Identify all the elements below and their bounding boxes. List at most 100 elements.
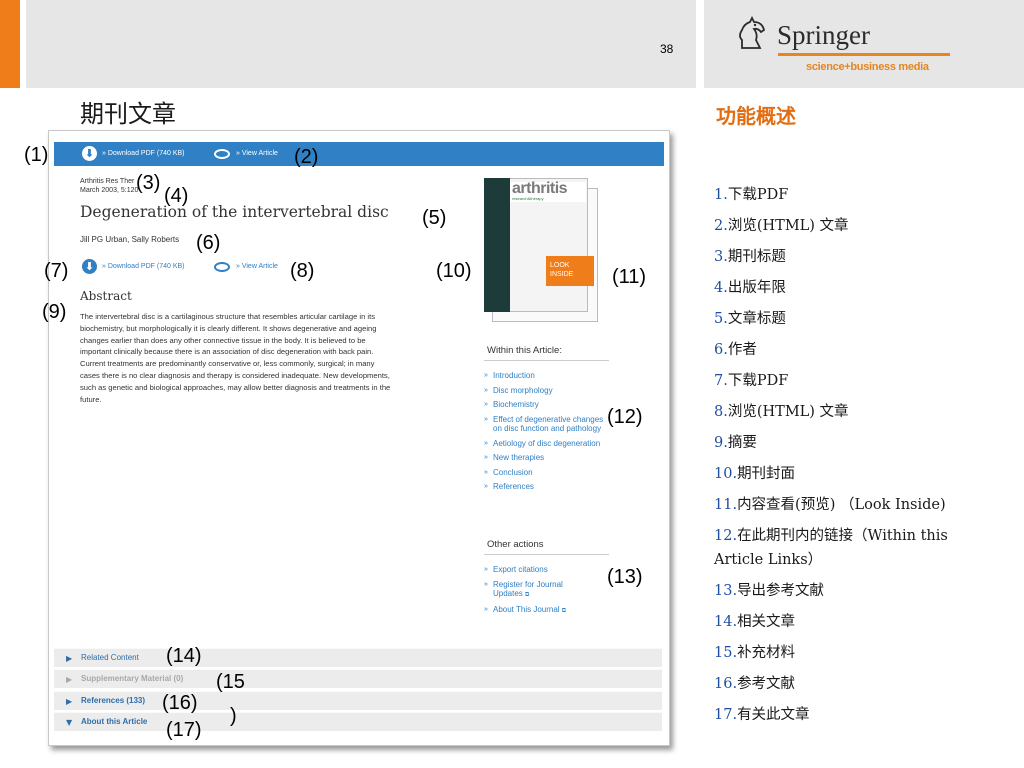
feature-number: 17. bbox=[714, 706, 738, 723]
springer-horse-icon bbox=[739, 16, 766, 49]
feature-number: 5. bbox=[714, 311, 728, 327]
feature-item: 9.摘要 bbox=[714, 428, 994, 459]
within-link-disc-morphology[interactable]: Disc morphology bbox=[484, 386, 610, 396]
callout-11: (11) bbox=[612, 266, 647, 288]
feature-text: 相关文章 bbox=[737, 613, 796, 630]
article-title: Degeneration of the intervertebral disc bbox=[80, 203, 389, 221]
abstract-heading: Abstract bbox=[80, 289, 132, 303]
feature-text: 摘要 bbox=[727, 435, 757, 451]
feature-list-title: 功能概述 bbox=[716, 104, 796, 128]
logo-underline bbox=[778, 53, 950, 56]
feature-number: 1. bbox=[714, 187, 728, 203]
view-eye-icon[interactable] bbox=[214, 149, 230, 159]
slide: 38 Springer science+business media 期刊文章 … bbox=[0, 0, 1024, 768]
expand-arrow-icon: ▶ bbox=[66, 675, 73, 684]
callout-15: (15 bbox=[216, 671, 245, 693]
external-link-icon: ⧉ bbox=[561, 608, 567, 615]
abstract-line: important clinically because there is an… bbox=[80, 347, 374, 357]
accordion-about-this-article[interactable]: ▼ About this Article bbox=[54, 712, 662, 731]
top-download-pdf-link[interactable]: » Download PDF (740 KB) bbox=[102, 150, 184, 157]
callout-15-close: ) bbox=[230, 705, 237, 727]
abstract-line: Current treatments are predominantly con… bbox=[80, 359, 375, 369]
within-link-references[interactable]: References bbox=[484, 482, 610, 492]
other-actions-heading: Other actions bbox=[487, 539, 544, 550]
about-this-journal-link[interactable]: About This Journal ⧉ bbox=[484, 605, 594, 616]
export-citations-link[interactable]: Export citations bbox=[484, 565, 594, 575]
springer-logo-text: Springer bbox=[777, 20, 870, 50]
feature-item: 17.有关此文章 bbox=[714, 700, 994, 731]
view-article-link[interactable]: » View Article bbox=[236, 262, 278, 272]
feature-number: 4. bbox=[714, 280, 728, 296]
within-article-heading: Within this Article: bbox=[487, 345, 562, 356]
feature-item: 3.期刊标题 bbox=[714, 242, 994, 273]
feature-number: 10. bbox=[714, 466, 738, 482]
within-link-aetiology[interactable]: Aetiology of disc degeneration bbox=[484, 439, 610, 449]
feature-text: 期刊封面 bbox=[737, 466, 796, 482]
abstract-line: changes earlier than does any other conn… bbox=[80, 335, 366, 345]
cover-spine bbox=[484, 178, 510, 312]
feature-text: 出版年限 bbox=[727, 280, 786, 296]
feature-text: 在此期刊内的链接（Within this Article Links） bbox=[714, 527, 948, 569]
feature-item: 14.相关文章 bbox=[714, 607, 994, 638]
accordion-related-content[interactable]: ▶ Related Content bbox=[54, 648, 662, 667]
accordion-label: Related Content bbox=[81, 653, 139, 662]
abstract-line: The intervertebral disc is a cartilagino… bbox=[80, 312, 376, 321]
section-title: 期刊文章 bbox=[80, 100, 176, 128]
divider bbox=[484, 554, 609, 555]
springer-tagline: science+business media bbox=[806, 61, 929, 73]
accordion-label: References (133) bbox=[81, 696, 146, 705]
feature-number: 15. bbox=[714, 644, 738, 661]
within-link-new-therapies[interactable]: New therapies bbox=[484, 453, 610, 463]
journal-name[interactable]: Arthritis Res Ther bbox=[80, 178, 134, 185]
feature-item: 15.补充材料 bbox=[714, 638, 994, 669]
within-link-biochemistry[interactable]: Biochemistry bbox=[484, 400, 610, 410]
abstract-line: cases there is no clear diagnosis and th… bbox=[80, 370, 390, 380]
callout-12: (12) bbox=[607, 406, 643, 428]
feature-item: 5.文章标题 bbox=[714, 304, 994, 335]
feature-number: 7. bbox=[714, 373, 728, 389]
feature-list: 1.下载PDF 2.浏览(HTML) 文章 3.期刊标题 4.出版年限 5.文章… bbox=[714, 180, 994, 731]
download-pdf-link[interactable]: » Download PDF (740 KB) bbox=[102, 262, 184, 272]
within-link-conclusion[interactable]: Conclusion bbox=[484, 468, 610, 478]
feature-item: 16.参考文献 bbox=[714, 669, 994, 700]
download-icon[interactable]: ⬇ bbox=[82, 146, 97, 161]
look-inside-label: LOOK bbox=[550, 262, 570, 269]
feature-number: 16. bbox=[714, 675, 738, 692]
feature-number: 6. bbox=[714, 342, 728, 358]
feature-text: 内容查看(预览) （Look Inside) bbox=[737, 497, 946, 513]
feature-text: 补充材料 bbox=[737, 644, 796, 661]
within-link-degenerative-effects[interactable]: Effect of degenerative changes on disc f… bbox=[484, 415, 610, 434]
article-authors[interactable]: Jill PG Urban, Sally Roberts bbox=[80, 235, 179, 244]
accordion-references[interactable]: ▶ References (133) bbox=[54, 691, 662, 710]
callout-2: (2) bbox=[294, 146, 319, 168]
feature-item: 2.浏览(HTML) 文章 bbox=[714, 211, 994, 242]
callout-4: (4) bbox=[164, 185, 189, 207]
orange-accent-strip bbox=[0, 0, 20, 88]
callout-8: (8) bbox=[290, 260, 315, 282]
feature-item: 13.导出参考文献 bbox=[714, 576, 994, 607]
callout-1: (1) bbox=[24, 144, 49, 166]
callout-13: (13) bbox=[607, 566, 643, 588]
feature-text: 期刊标题 bbox=[727, 249, 786, 265]
callout-16: (16) bbox=[162, 692, 198, 714]
feature-text: 文章标题 bbox=[727, 311, 786, 327]
feature-item: 8.浏览(HTML) 文章 bbox=[714, 397, 994, 428]
collapse-arrow-icon: ▼ bbox=[66, 718, 73, 727]
feature-number: 3. bbox=[714, 249, 728, 265]
other-actions-links: Export citations Register for Journal Up… bbox=[484, 565, 594, 622]
download-icon[interactable]: ⬇ bbox=[82, 259, 97, 274]
register-journal-updates-link[interactable]: Register for Journal Updates ⧉ bbox=[484, 580, 594, 601]
within-link-introduction[interactable]: Introduction bbox=[484, 371, 610, 381]
feature-item: 7.下载PDF bbox=[714, 366, 994, 397]
callout-6: (6) bbox=[196, 232, 221, 254]
look-inside-button[interactable]: LOOK INSIDE bbox=[546, 256, 594, 286]
top-view-article-link[interactable]: » View Article bbox=[236, 150, 278, 157]
view-eye-icon[interactable] bbox=[214, 262, 230, 272]
expand-arrow-icon: ▶ bbox=[66, 697, 73, 706]
feature-text: 浏览(HTML) 文章 bbox=[727, 218, 849, 234]
feature-number: 8. bbox=[714, 404, 728, 420]
callout-5: (5) bbox=[422, 207, 447, 229]
publication-date: March 2003, 5:120 bbox=[80, 187, 139, 194]
feature-number: 14. bbox=[714, 613, 738, 630]
external-link-icon: ⧉ bbox=[525, 591, 530, 598]
